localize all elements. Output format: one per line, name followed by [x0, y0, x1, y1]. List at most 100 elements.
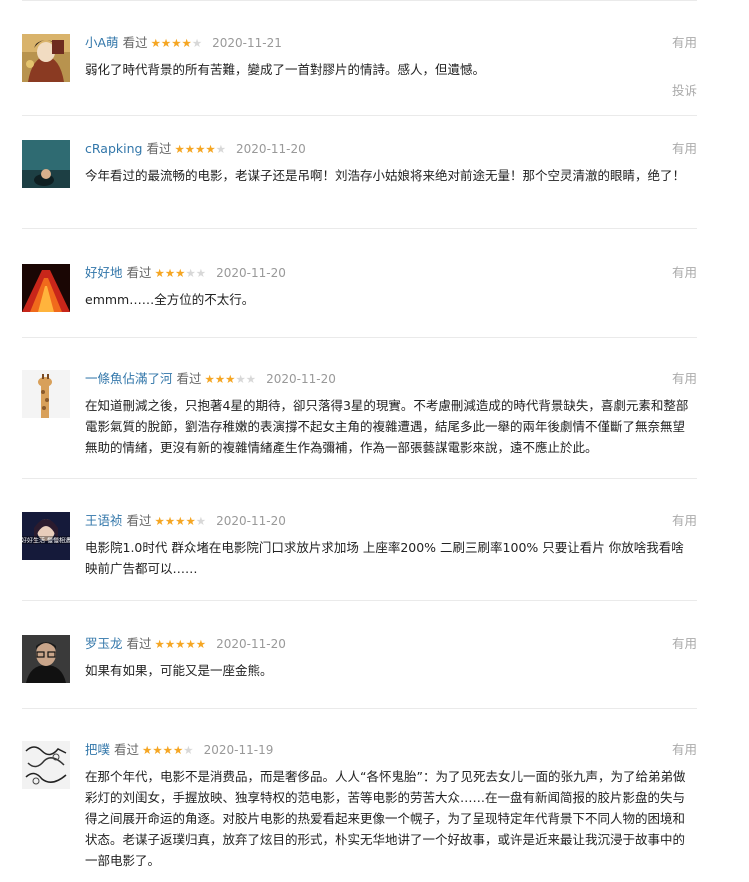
- comment-text: 在那个年代，电影不是消费品，而是奢侈品。人人“各怀鬼胎”：为了见死去女儿一面的张…: [85, 769, 686, 868]
- divider: [22, 708, 697, 709]
- status-label: 看过: [126, 265, 152, 280]
- rating-stars: ★★★★★: [174, 140, 226, 158]
- status-label: 看过: [122, 35, 148, 50]
- report-button[interactable]: 投诉: [672, 82, 697, 100]
- comment-date: 2020-11-20: [236, 142, 306, 156]
- star-empty-icon: ★: [183, 743, 194, 757]
- comment-meta: 把噗 看过 ★★★★★ 2020-11-19: [85, 741, 273, 759]
- divider: [22, 600, 697, 601]
- comment-date: 2020-11-20: [216, 514, 286, 528]
- user-avatar[interactable]: [22, 140, 70, 188]
- star-empty-icon: ★: [245, 372, 257, 386]
- star-filled-icon: ★: [164, 637, 176, 651]
- comment-meta: 罗玉龙 看过 ★★★★★ 2020-11-20: [85, 635, 286, 653]
- comment-meta: 王语祯 看过 ★★★★★ 2020-11-20: [85, 512, 286, 530]
- status-label: 看过: [146, 141, 172, 156]
- star-filled-icon: ★: [205, 142, 216, 156]
- star-filled-icon: ★: [225, 372, 236, 386]
- comment-date: 2020-11-19: [203, 743, 274, 757]
- user-avatar[interactable]: [22, 34, 70, 82]
- teal-figure-avatar-icon: [22, 140, 70, 188]
- useful-vote-button[interactable]: 有用: [672, 512, 697, 530]
- star-filled-icon: ★: [164, 514, 176, 528]
- star-filled-icon: ★: [184, 142, 196, 156]
- rating-stars: ★★★★★: [142, 741, 194, 759]
- star-empty-icon: ★: [195, 514, 207, 528]
- star-filled-icon: ★: [195, 637, 207, 651]
- comment-date: 2020-11-20: [216, 637, 286, 651]
- star-filled-icon: ★: [185, 637, 196, 651]
- useful-vote-button[interactable]: 有用: [672, 370, 697, 388]
- username-link[interactable]: 小A萌: [85, 35, 119, 50]
- star-filled-icon: ★: [181, 36, 192, 50]
- useful-vote-button[interactable]: 有用: [672, 264, 697, 282]
- comment-meta: 一條魚佔滿了河 看过 ★★★★★ 2020-11-20: [85, 370, 336, 388]
- star-filled-icon: ★: [172, 743, 184, 757]
- comment-text: 如果有如果，可能又是一座金熊。: [85, 663, 273, 678]
- username-link[interactable]: cRapking: [85, 141, 142, 156]
- giraffe-avatar-icon: [22, 370, 70, 418]
- comment-meta: 小A萌 看过 ★★★★★ 2020-11-21: [85, 34, 282, 52]
- star-filled-icon: ★: [162, 743, 173, 757]
- user-avatar[interactable]: [22, 370, 70, 418]
- status-label: 看过: [176, 371, 202, 386]
- rating-stars: ★★★★★: [151, 34, 203, 52]
- useful-vote-button[interactable]: 有用: [672, 741, 697, 759]
- star-empty-icon: ★: [235, 372, 246, 386]
- comment-date: 2020-11-21: [212, 36, 282, 50]
- user-avatar[interactable]: 好好生活 慢慢相遇: [22, 512, 70, 560]
- useful-vote-button[interactable]: 有用: [672, 34, 697, 52]
- divider: [22, 228, 697, 229]
- star-empty-icon: ★: [185, 266, 196, 280]
- comment-text: 弱化了時代背景的所有苦難，變成了一首對膠片的情詩。感人，但遺憾。: [85, 62, 486, 77]
- user-avatar[interactable]: [22, 635, 70, 683]
- user-avatar[interactable]: [22, 264, 70, 312]
- user-avatar[interactable]: [22, 741, 70, 789]
- useful-vote-button[interactable]: 有用: [672, 635, 697, 653]
- avatar-caption: 好好生活 慢慢相遇: [22, 537, 70, 545]
- username-link[interactable]: 罗玉龙: [85, 636, 123, 651]
- rating-stars: ★★★★★: [205, 370, 257, 388]
- star-empty-icon: ★: [191, 36, 203, 50]
- star-filled-icon: ★: [174, 142, 185, 156]
- status-label: 看过: [126, 636, 152, 651]
- divider: [22, 115, 697, 116]
- divider: [22, 0, 697, 1]
- rating-stars: ★★★★★: [155, 512, 207, 530]
- star-filled-icon: ★: [152, 743, 163, 757]
- star-empty-icon: ★: [215, 142, 227, 156]
- man-glasses-avatar-icon: [22, 635, 70, 683]
- comment-meta: cRapking 看过 ★★★★★ 2020-11-20: [85, 140, 306, 158]
- star-filled-icon: ★: [154, 637, 165, 651]
- star-filled-icon: ★: [185, 514, 196, 528]
- comment-text: 今年看过的最流畅的电影，老谋子还是吊啊！刘浩存小姑娘将来绝对前途无量！那个空灵清…: [85, 168, 686, 183]
- username-link[interactable]: 王语祯: [85, 513, 123, 528]
- star-filled-icon: ★: [160, 36, 172, 50]
- rating-stars: ★★★★★: [155, 635, 207, 653]
- painted-portrait-avatar-icon: [22, 34, 70, 82]
- star-filled-icon: ★: [150, 36, 161, 50]
- rating-stars: ★★★★★: [155, 264, 207, 282]
- stage-lights-avatar-icon: [22, 264, 70, 312]
- divider: [22, 337, 697, 338]
- status-label: 看过: [114, 742, 140, 757]
- star-filled-icon: ★: [175, 266, 186, 280]
- comment-meta: 好好地 看过 ★★★★★ 2020-11-20: [85, 264, 286, 282]
- comment-text: 电影院1.0时代 群众堵在电影院门口求放片求加场 上座率200% 二刷三刷率10…: [85, 540, 684, 576]
- username-link[interactable]: 一條魚佔滿了河: [85, 371, 173, 386]
- comment-date: 2020-11-20: [216, 266, 286, 280]
- girl-caption-avatar-icon: 好好生活 慢慢相遇: [22, 512, 70, 560]
- username-link[interactable]: 把噗: [85, 742, 110, 757]
- star-filled-icon: ★: [195, 142, 206, 156]
- useful-vote-button[interactable]: 有用: [672, 140, 697, 158]
- star-filled-icon: ★: [164, 266, 176, 280]
- star-filled-icon: ★: [175, 637, 186, 651]
- username-link[interactable]: 好好地: [85, 265, 123, 280]
- star-filled-icon: ★: [154, 514, 165, 528]
- star-filled-icon: ★: [214, 372, 226, 386]
- comment-text: 在知道刪減之後，只抱著4星的期待，卻只落得3星的現實。不考慮刪減造成的時代背景缺…: [85, 398, 689, 455]
- comments-panel: 小A萌 看过 ★★★★★ 2020-11-21 有用 弱化了時代背景的所有苦難，變成了…: [0, 0, 749, 882]
- sketch-avatar-icon: [22, 741, 70, 789]
- star-filled-icon: ★: [204, 372, 215, 386]
- star-filled-icon: ★: [142, 743, 153, 757]
